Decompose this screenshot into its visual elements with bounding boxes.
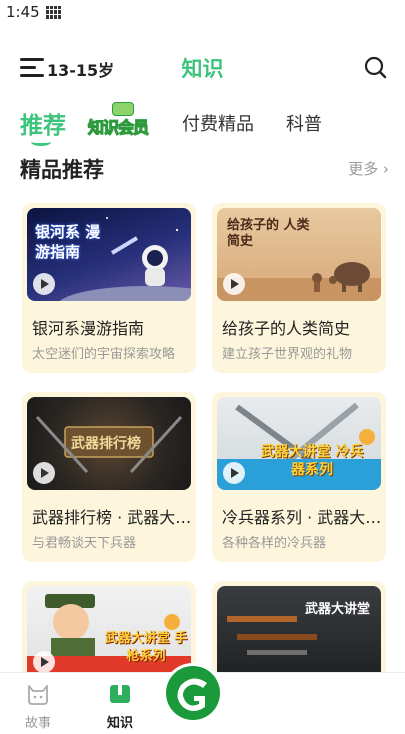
thumb-caption: 武器大讲堂 [305, 602, 371, 617]
play-icon[interactable] [33, 273, 55, 295]
course-thumbnail: 给孩子的 人类简史 [217, 208, 381, 301]
thumb-caption: 武器大讲堂 冷兵器系列 [260, 444, 364, 478]
course-subtitle: 建立孩子世界观的礼物 [222, 347, 353, 362]
course-card[interactable]: 武器大讲堂 手枪系列 [22, 581, 196, 680]
tab-recommend[interactable]: 推荐 [20, 106, 66, 140]
book-icon [110, 685, 130, 703]
course-thumbnail: 武器大讲堂 手枪系列 [27, 586, 191, 679]
section-title: 精品推荐 [20, 158, 104, 182]
course-card[interactable]: 武器大讲堂 冷兵器系列 冷兵器系列 · 武器大讲堂 各种各样的冷兵器 [212, 392, 386, 562]
play-icon[interactable] [223, 273, 245, 295]
play-icon[interactable] [33, 462, 55, 484]
tab-paid[interactable]: 付费精品 [182, 110, 254, 136]
featured-grid: 银河系 漫游指南 银河系漫游指南 太空迷们的宇宙探索攻略 给孩子的 人类简史 给… [0, 200, 405, 680]
course-title: 武器排行榜 · 武器大讲堂 [32, 508, 192, 527]
more-link[interactable]: 更多 › [348, 158, 389, 179]
tab-member-label: 知识会员 [87, 117, 149, 137]
play-icon[interactable] [33, 651, 55, 673]
thumb-caption: 给孩子的 人类简史 [227, 218, 310, 249]
course-thumbnail: 武器排行榜 [27, 397, 191, 490]
course-title: 银河系漫游指南 [32, 319, 145, 338]
nav-label: 知识 [106, 716, 133, 731]
course-thumbnail: 武器大讲堂 冷兵器系列 [217, 397, 381, 490]
page-title: 知识 [181, 57, 224, 81]
nav-item-knowledge[interactable]: 知识 [95, 683, 145, 731]
course-card[interactable]: 武器排行榜 武器排行榜 · 武器大讲堂 与君畅谈天下兵器 [22, 392, 196, 562]
course-card[interactable]: 武器大讲堂 [212, 581, 386, 680]
play-icon[interactable] [223, 462, 245, 484]
course-title: 冷兵器系列 · 武器大讲堂 [222, 508, 382, 527]
chevron-right-icon: › [383, 160, 389, 178]
tab-active-indicator [31, 138, 51, 146]
course-subtitle: 太空迷们的宇宙探索攻略 [32, 347, 176, 362]
course-card[interactable]: 给孩子的 人类简史 给孩子的人类简史 建立孩子世界观的礼物 [212, 203, 386, 373]
menu-icon[interactable] [20, 56, 44, 78]
course-thumbnail: 武器大讲堂 [217, 586, 381, 679]
tab-member[interactable]: 知识会员 [87, 102, 158, 138]
nav-label: 故事 [24, 716, 51, 731]
tab-science[interactable]: 科普 [286, 110, 322, 136]
status-bar: 1:45 [0, 0, 405, 24]
course-subtitle: 各种各样的冷兵器 [222, 536, 327, 551]
top-bar: 13-15岁 知识 [0, 48, 405, 88]
course-thumbnail: 银河系 漫游指南 [27, 208, 191, 301]
course-title: 给孩子的人类简史 [222, 319, 351, 338]
course-subtitle: 与君畅谈天下兵器 [32, 536, 137, 551]
nav-item-story[interactable]: 故事 [13, 683, 63, 731]
thumb-caption: 武器大讲堂 手枪系列 [104, 631, 188, 664]
section-header: 精品推荐 更多 › [0, 152, 405, 186]
category-tabs: 推荐 知识会员 付费精品 科普 [0, 102, 405, 148]
thumb-caption: 银河系 漫游指南 [35, 223, 101, 261]
status-time: 1:45 [6, 3, 40, 21]
app-grid-icon [45, 5, 61, 19]
cat-icon [28, 685, 48, 705]
more-label: 更多 [348, 160, 379, 178]
course-card[interactable]: 银河系 漫游指南 银河系漫游指南 太空迷们的宇宙探索攻略 [22, 203, 196, 373]
age-filter[interactable]: 13-15岁 [47, 57, 114, 81]
brand-logo-icon[interactable] [163, 663, 223, 723]
thumb-caption: 武器排行榜 [71, 436, 141, 452]
search-icon[interactable] [363, 55, 387, 79]
